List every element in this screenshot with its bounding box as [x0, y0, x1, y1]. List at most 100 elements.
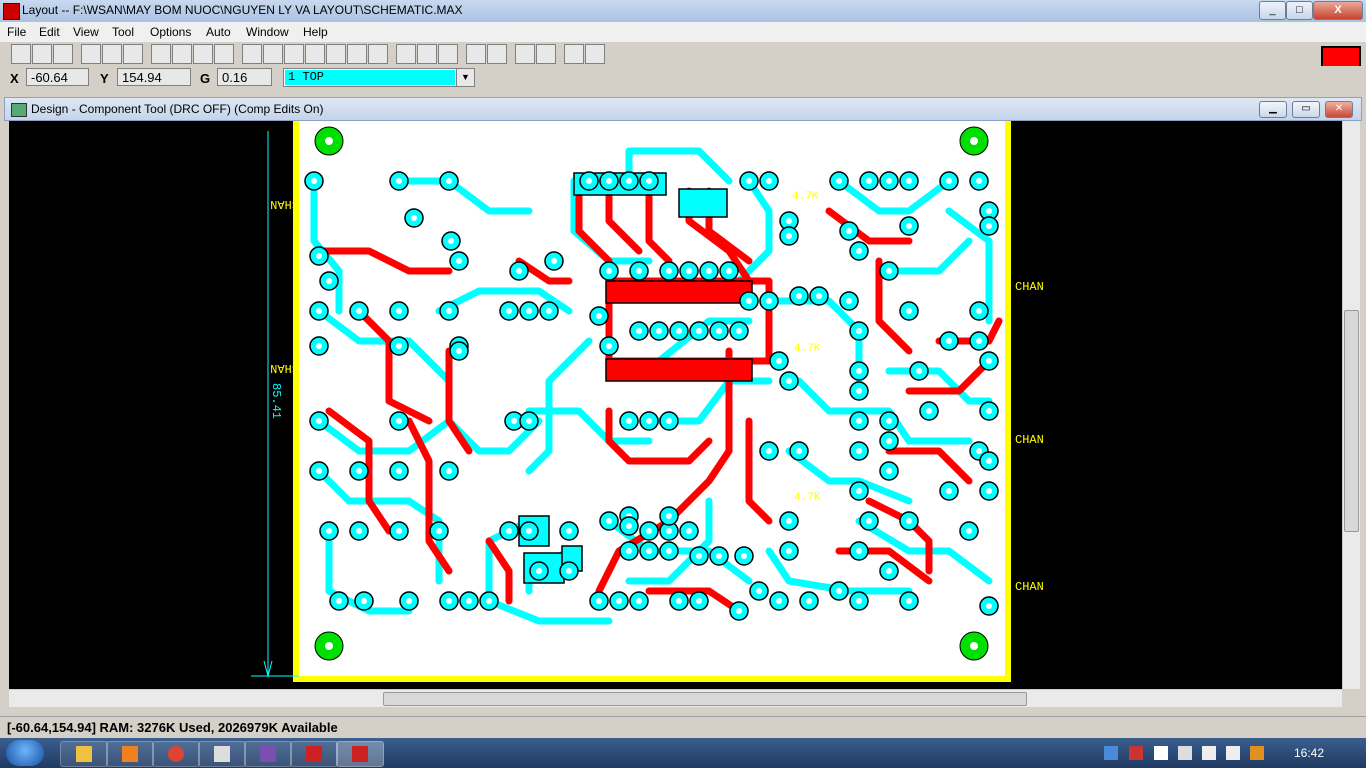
menu-auto[interactable]: Auto [206, 25, 231, 39]
tray-ie-icon[interactable] [1104, 746, 1118, 760]
online-drc-icon[interactable] [564, 44, 584, 64]
pad-hole [946, 178, 952, 184]
menu-window[interactable]: Window [246, 25, 289, 39]
zoom-in-icon[interactable] [172, 44, 192, 64]
pad-hole [906, 178, 912, 184]
open-icon[interactable] [11, 44, 31, 64]
app-task-1[interactable] [198, 741, 246, 767]
pad-hole [986, 408, 992, 414]
save-icon[interactable] [32, 44, 52, 64]
edit-icon[interactable] [123, 44, 143, 64]
zoom-out-icon[interactable] [193, 44, 213, 64]
pad-hole [626, 178, 632, 184]
board-outline-bottom [293, 676, 1011, 682]
menu-options[interactable]: Options [150, 25, 191, 39]
design-minimize-button[interactable]: ▁ [1259, 101, 1287, 118]
pad-hole [316, 418, 322, 424]
menu-help[interactable]: Help [303, 25, 328, 39]
pad-hole [906, 598, 912, 604]
layout-task-1[interactable] [290, 741, 338, 767]
route-icon[interactable] [466, 44, 486, 64]
vs-icon [260, 746, 276, 762]
query-icon[interactable] [242, 44, 262, 64]
design-rule-check-icon[interactable] [585, 44, 605, 64]
explorer-task[interactable] [60, 741, 108, 767]
design-restore-button[interactable]: ▭ [1292, 101, 1320, 118]
minimize-button[interactable]: _ [1259, 1, 1286, 20]
pad-hole [846, 298, 852, 304]
pad-hole [456, 348, 462, 354]
pad-hole [846, 228, 852, 234]
pad-hole [766, 178, 772, 184]
pad-hole [776, 598, 782, 604]
pin-tool-icon[interactable] [284, 44, 304, 64]
pad-hole [656, 328, 662, 334]
design-window-title: Design - Component Tool (DRC OFF) (Comp … [31, 102, 324, 116]
reconnect-icon[interactable] [438, 44, 458, 64]
start-button[interactable] [6, 740, 44, 766]
pcb-canvas[interactable]: 85.41 CHAN CHAN CHAN CHAN CHAN 4.7K 4.7K… [9, 121, 1342, 689]
chevron-down-icon[interactable]: ▼ [456, 69, 474, 86]
color-icon[interactable] [396, 44, 416, 64]
component-tool-icon[interactable] [263, 44, 283, 64]
pad-hole [886, 418, 892, 424]
menu-bar: File Edit View Tool Options Auto Window … [0, 22, 1366, 42]
maximize-button[interactable]: □ [1286, 1, 1313, 20]
obstacle-tool-icon[interactable] [305, 44, 325, 64]
library-icon[interactable] [53, 44, 73, 64]
error-tool-icon[interactable] [368, 44, 388, 64]
layer-select[interactable]: 1 TOP ▼ [283, 68, 475, 87]
edit-segment-icon[interactable] [487, 44, 507, 64]
pad-hole [316, 468, 322, 474]
pad-hole [686, 268, 692, 274]
chrome-task[interactable] [152, 741, 200, 767]
app-icon[interactable] [3, 3, 20, 20]
browser-icon [168, 746, 184, 762]
design-close-button[interactable]: ✕ [1325, 101, 1353, 118]
zoom-all-icon[interactable] [214, 44, 234, 64]
network-icon[interactable] [1178, 746, 1192, 760]
pad-hole [646, 528, 652, 534]
pad-hole [866, 178, 872, 184]
pad-hole [526, 308, 532, 314]
delete-icon[interactable] [81, 44, 101, 64]
pcb-drawing[interactable]: 85.41 CHAN CHAN CHAN CHAN CHAN 4.7K 4.7K… [9, 121, 1342, 689]
x-coordinate-field[interactable]: -60.64 [26, 68, 89, 86]
power-icon[interactable] [1202, 746, 1216, 760]
vertical-scroll-thumb[interactable] [1344, 310, 1359, 532]
drc-icon[interactable] [417, 44, 437, 64]
close-button[interactable]: X [1313, 1, 1363, 20]
clock[interactable]: 16:42 [1294, 746, 1324, 760]
volume-icon[interactable] [1226, 746, 1240, 760]
pad-hole [946, 338, 952, 344]
horizontal-scroll-thumb[interactable] [383, 692, 1027, 706]
menu-view[interactable]: View [73, 25, 99, 39]
coordinate-bar: X -60.64 Y 154.94 G 0.16 [0, 66, 1366, 90]
shove-icon[interactable] [536, 44, 556, 64]
media-player-task[interactable] [106, 741, 154, 767]
connection-tool-icon[interactable] [347, 44, 367, 64]
y-coordinate-field[interactable]: 154.94 [117, 68, 191, 86]
resistor-label-2: 4.7K [794, 343, 821, 355]
add-via-icon[interactable] [515, 44, 535, 64]
menu-edit[interactable]: Edit [39, 25, 60, 39]
pad-hole [716, 328, 722, 334]
dimension-label: 85.41 [269, 383, 283, 419]
pad-hole [411, 215, 417, 221]
pad-hole [806, 598, 812, 604]
pad-hole [856, 488, 862, 494]
grid-field[interactable]: 0.16 [217, 68, 272, 86]
text-tool-icon[interactable] [326, 44, 346, 64]
pad-hole [616, 598, 622, 604]
layout-task-2[interactable] [336, 741, 384, 767]
menu-file[interactable]: File [7, 25, 26, 39]
visual-studio-task[interactable] [244, 741, 292, 767]
speaker-icon[interactable] [1250, 746, 1264, 760]
pad-hole [836, 588, 842, 594]
spreadsheet-icon[interactable] [151, 44, 171, 64]
status-text: [-60.64,154.94] RAM: 3276K Used, 2026979… [7, 720, 338, 735]
find-icon[interactable] [102, 44, 122, 64]
tray-app-icon[interactable] [1129, 746, 1143, 760]
menu-tool[interactable]: Tool [112, 25, 134, 39]
flag-icon[interactable] [1154, 746, 1168, 760]
